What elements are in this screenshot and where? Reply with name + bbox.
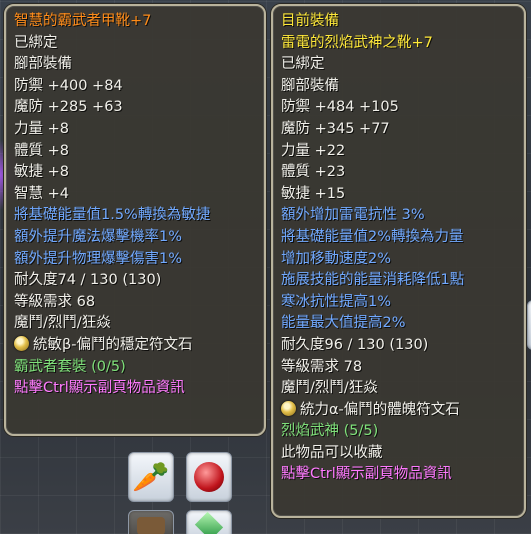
equipped-line-10: 將基礎能量值2%轉換為力量 [281, 227, 516, 249]
red-orb-icon [194, 462, 224, 492]
hovered-line-6: 體質 +8 [14, 141, 256, 163]
hovered-line-8: 智慧 +4 [14, 184, 256, 206]
inventory-slot-green-gem[interactable] [186, 510, 232, 534]
hovered-line-text: 敏捷 +8 [14, 164, 69, 181]
equipped-line-text: 目前裝備 [281, 13, 339, 29]
rune-stone-icon [14, 335, 29, 351]
equipped-line-16: 等級需求 78 [281, 357, 516, 379]
equipped-line-text: 腳部裝備 [281, 77, 339, 94]
equipped-line-text: 力量 +22 [281, 142, 346, 159]
green-gem-icon [194, 511, 224, 534]
hovered-line-text: 腳部裝備 [14, 56, 72, 73]
equipped-line-21: 點擊Ctrl顯示副頁物品資訊 [281, 464, 516, 486]
hovered-line-13: 等級需求 68 [14, 292, 256, 314]
inventory-slot-bag[interactable] [128, 510, 174, 534]
hovered-line-10: 額外提升魔法爆擊機率1% [14, 227, 256, 249]
rune-stone-icon [281, 400, 296, 416]
equipped-line-19: 烈焰武神 (5/5) [281, 421, 516, 443]
equipped-line-text: 魔鬥/烈鬥/狂焱 [281, 380, 378, 397]
inventory-slot-red-orb[interactable] [186, 452, 232, 502]
hovered-line-text: 力量 +8 [14, 120, 69, 137]
equipped-line-5: 魔防 +345 +77 [281, 119, 516, 141]
inventory-slot-carrot[interactable]: 🥕 [128, 452, 174, 502]
item-tooltip-equipped: 目前裝備雷電的烈焰武神之靴+7 已綁定腳部裝備防禦 +484 +105 魔防 +34… [271, 4, 526, 518]
hovered-line-text: 魔鬥/烈鬥/狂焱 [14, 315, 111, 332]
equipped-line-text: 等級需求 78 [281, 358, 363, 375]
equipped-line-text: 烈焰武神 (5/5) [281, 423, 379, 440]
equipped-line-text: 此物品可以收藏 [281, 444, 383, 461]
equipped-line-9: 額外增加雷電抗性 3% [281, 205, 516, 227]
hovered-line-9: 將基礎能量值1.5%轉換為敏捷 [14, 205, 256, 227]
equipped-line-0: 目前裝備 [281, 11, 516, 33]
hovered-line-16: 霸武者套裝 (0/5) [14, 357, 256, 379]
hovered-line-14: 魔鬥/烈鬥/狂焱 [14, 313, 256, 335]
equipped-line-text: 魔防 +345 +77 [281, 120, 390, 137]
equipped-line-text: 防禦 +484 +105 [281, 99, 399, 116]
equipped-line-text: 增加移動速度2% [281, 250, 392, 267]
equipped-line-3: 腳部裝備 [281, 76, 516, 98]
item-tooltip-hovered: 智慧的霸武者甲靴+7 已綁定腳部裝備防禦 +400 +84 魔防 +285 +63 力… [4, 4, 266, 436]
hovered-line-17: 點擊Ctrl顯示副頁物品資訊 [14, 378, 256, 400]
equipped-line-text: 體質 +23 [281, 164, 346, 181]
hovered-line-11: 額外提升物理爆擊傷害1% [14, 249, 256, 271]
equipped-line-text: 施展技能的能量消耗降低1點 [281, 272, 465, 289]
equipped-line-13: 寒冰抗性提高1% [281, 292, 516, 314]
equipped-line-6: 力量 +22 [281, 141, 516, 163]
hovered-line-3: 防禦 +400 +84 [14, 76, 256, 98]
equipped-line-text: 能量最大值提高2% [281, 315, 406, 332]
hovered-line-0: 智慧的霸武者甲靴+7 [14, 11, 256, 33]
hovered-line-text: 智慧的霸武者甲靴+7 [14, 13, 152, 29]
equipped-line-8: 敏捷 +15 [281, 184, 516, 206]
hovered-line-text: 額外提升物理爆擊傷害1% [14, 250, 183, 267]
equipped-line-17: 魔鬥/烈鬥/狂焱 [281, 378, 516, 400]
equipped-line-12: 施展技能的能量消耗降低1點 [281, 270, 516, 292]
equipped-line-text: 寒冰抗性提高1% [281, 293, 392, 310]
hovered-line-text: 智慧 +4 [14, 185, 69, 202]
equipped-line-text: 統力α-偏鬥的體魄符文石 [300, 401, 460, 418]
hovered-line-text: 統敏β-偏鬥的穩定符文石 [33, 336, 193, 353]
hovered-line-12: 耐久度74 / 130 (130) [14, 270, 256, 292]
hovered-line-text: 等級需求 68 [14, 293, 96, 310]
equipped-line-15: 耐久度96 / 130 (130) [281, 335, 516, 357]
equipped-line-text: 點擊Ctrl顯示副頁物品資訊 [281, 466, 452, 483]
equipped-line-text: 將基礎能量值2%轉換為力量 [281, 228, 464, 245]
hovered-line-text: 額外提升魔法爆擊機率1% [14, 228, 183, 245]
inventory-slot-edge[interactable] [527, 300, 531, 350]
equipped-line-18: 統力α-偏鬥的體魄符文石 [281, 400, 516, 422]
equipped-line-2: 已綁定 [281, 54, 516, 76]
hovered-line-text: 霸武者套裝 (0/5) [14, 358, 126, 375]
equipped-line-text: 耐久度96 / 130 (130) [281, 336, 429, 353]
hovered-line-7: 敏捷 +8 [14, 162, 256, 184]
equipped-line-text: 額外增加雷電抗性 3% [281, 207, 425, 224]
equipped-line-text: 敏捷 +15 [281, 185, 346, 202]
bag-icon [137, 517, 165, 534]
equipped-line-4: 防禦 +484 +105 [281, 97, 516, 119]
hovered-line-4: 魔防 +285 +63 [14, 97, 256, 119]
hovered-line-5: 力量 +8 [14, 119, 256, 141]
hovered-line-2: 腳部裝備 [14, 54, 256, 76]
hovered-line-1: 已綁定 [14, 33, 256, 55]
equipped-line-20: 此物品可以收藏 [281, 443, 516, 465]
equipped-line-14: 能量最大值提高2% [281, 313, 516, 335]
hovered-line-text: 點擊Ctrl顯示副頁物品資訊 [14, 380, 185, 397]
hovered-line-text: 耐久度74 / 130 (130) [14, 272, 162, 289]
hovered-line-text: 防禦 +400 +84 [14, 77, 123, 94]
equipped-line-text: 雷電的烈焰武神之靴+7 [281, 34, 433, 51]
hovered-line-text: 體質 +8 [14, 142, 69, 159]
equipped-line-1: 雷電的烈焰武神之靴+7 [281, 33, 516, 55]
equipped-line-7: 體質 +23 [281, 162, 516, 184]
hovered-line-text: 已綁定 [14, 34, 58, 51]
equipped-line-11: 增加移動速度2% [281, 249, 516, 271]
carrot-icon: 🥕 [132, 459, 170, 495]
equipped-line-text: 已綁定 [281, 56, 325, 73]
hovered-line-text: 將基礎能量值1.5%轉換為敏捷 [14, 207, 211, 224]
hovered-line-15: 統敏β-偏鬥的穩定符文石 [14, 335, 256, 357]
hovered-line-text: 魔防 +285 +63 [14, 99, 123, 116]
